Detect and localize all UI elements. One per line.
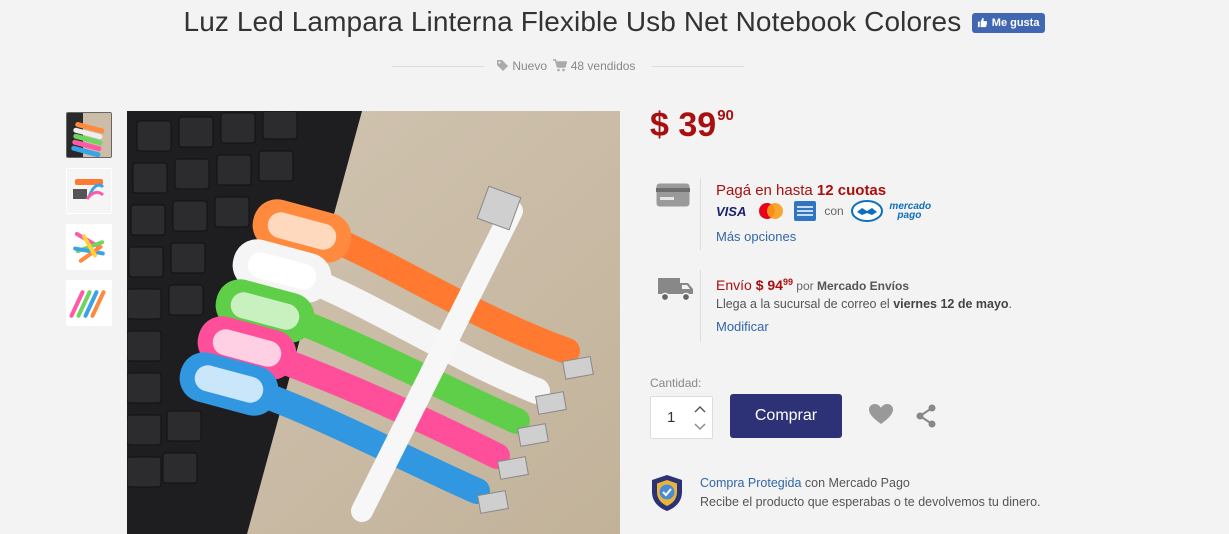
chevron-down-icon[interactable] [693, 421, 707, 433]
product-photo [127, 111, 620, 534]
protection-suffix: con Mercado Pago [801, 476, 910, 490]
thumbnail-image [67, 169, 111, 213]
chevron-up-icon[interactable] [693, 403, 707, 415]
product-thumbnail-4[interactable] [66, 280, 112, 326]
product-price: $ 3990 [650, 106, 734, 145]
tag-icon [497, 60, 508, 71]
price-integer: 39 [678, 106, 717, 144]
shipping-title: Envío $ 9499 por Mercado Envíos [716, 277, 909, 293]
credit-card-icon [656, 183, 690, 207]
installments-count: 12 cuotas [816, 182, 887, 199]
delivery-suffix: . [1008, 297, 1013, 311]
payment-title: Pagá en hasta 12 cuotas [716, 182, 886, 199]
thumbnail-image [67, 113, 111, 157]
product-meta: Nuevo 48 vendidos [392, 58, 744, 76]
thumbnail-list [66, 112, 112, 336]
divider [652, 66, 744, 67]
truck-icon [658, 278, 693, 302]
more-payment-options-link[interactable]: Más opciones [716, 229, 796, 244]
main-product-image[interactable] [127, 111, 620, 534]
shipping-amount: $ 94 [755, 277, 783, 293]
with-text: con [824, 204, 844, 218]
delivery-date: viernes 12 de mayo [893, 297, 1009, 311]
heart-icon[interactable] [868, 403, 894, 425]
price-currency: $ [650, 106, 669, 144]
meta-center: Nuevo 48 vendidos [496, 59, 635, 73]
title-row: Luz Led Lampara Linterna Flexible Usb Ne… [0, 6, 1229, 46]
payment-methods: VISA con mercado pago [716, 200, 931, 222]
quantity-value[interactable]: 1 [667, 409, 675, 426]
modify-shipping-link[interactable]: Modificar [716, 319, 769, 334]
shipping-cents: 99 [782, 277, 793, 287]
shield-check-icon [652, 475, 682, 511]
price-cents: 90 [717, 107, 734, 124]
product-thumbnail-2[interactable] [66, 168, 112, 214]
divider [700, 178, 701, 250]
visa-logo: VISA [716, 203, 747, 219]
protection-title: Compra Protegida con Mercado Pago [700, 476, 910, 490]
divider [700, 270, 701, 342]
divider [392, 66, 484, 67]
mercadopago-handshake-icon [851, 200, 884, 222]
delivery-estimate: Llega a la sucursal de correo el viernes… [716, 297, 1012, 311]
american-express-logo-icon [794, 201, 817, 221]
thumbnail-image [67, 281, 111, 325]
product-thumbnail-1[interactable] [66, 112, 112, 158]
buy-button[interactable]: Comprar [730, 394, 842, 438]
thumbs-up-icon [977, 17, 987, 28]
condition-text: Nuevo [512, 59, 548, 73]
mp-line2: pago [897, 210, 922, 221]
quantity-stepper[interactable]: 1 [650, 396, 713, 439]
shipping-carrier: Mercado Envíos [816, 279, 910, 293]
facebook-like-button[interactable]: Me gusta [971, 13, 1046, 33]
cart-icon [553, 59, 568, 72]
payment-prefix: Pagá en hasta [716, 182, 817, 199]
product-title: Luz Led Lampara Linterna Flexible Usb Ne… [183, 6, 962, 37]
shipping-by: por [792, 279, 817, 293]
thumbnail-image [67, 225, 111, 269]
share-icon[interactable] [915, 404, 937, 428]
shipping-label: Envío [716, 277, 756, 293]
protection-description: Recibe el producto que esperabas o te de… [700, 495, 1041, 509]
sold-count: 48 vendidos [570, 59, 636, 73]
mercadopago-logo: mercado pago [889, 202, 931, 221]
mastercard-logo-icon [758, 203, 783, 219]
like-label: Me gusta [991, 17, 1040, 29]
delivery-prefix: Llega a la sucursal de correo el [716, 297, 894, 311]
quantity-label: Cantidad: [650, 376, 702, 390]
protected-purchase-link[interactable]: Compra Protegida [700, 476, 801, 490]
product-thumbnail-3[interactable] [66, 224, 112, 270]
